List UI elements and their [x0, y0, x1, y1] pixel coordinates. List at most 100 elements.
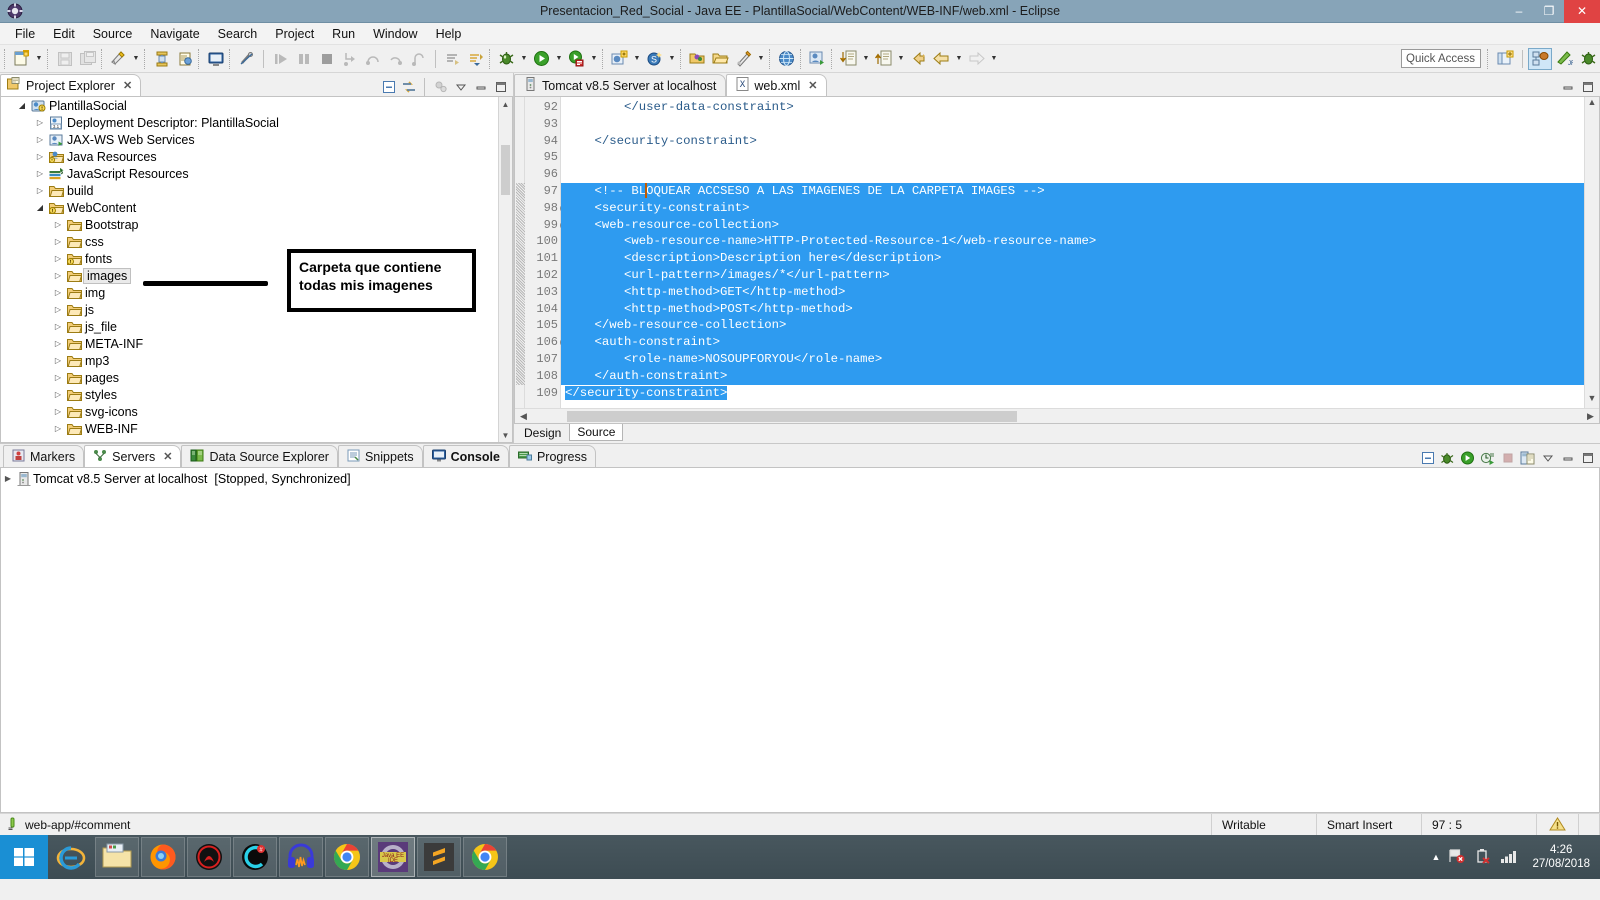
chevron-right-icon[interactable]: ▷	[51, 390, 65, 399]
tree-item-js-file[interactable]: ▷ js_file	[1, 318, 512, 335]
open-task-icon[interactable]	[709, 47, 732, 70]
collapse-all-icon[interactable]	[1418, 449, 1437, 467]
menu-search[interactable]: Search	[209, 25, 267, 43]
code-line[interactable]: <http-method>POST</http-method>	[561, 300, 1599, 318]
code-line[interactable]: <url-pattern>/images/*</url-pattern>	[561, 266, 1599, 284]
print-icon[interactable]	[173, 47, 196, 70]
publish-dropdown-icon[interactable]: ▼	[130, 48, 142, 70]
new-class-dropdown-icon[interactable]: ▼	[666, 48, 678, 70]
resume-icon[interactable]	[269, 47, 292, 70]
tab-source[interactable]: Source	[569, 424, 624, 441]
terminal-icon[interactable]	[204, 47, 227, 70]
red-app-icon[interactable]	[187, 837, 231, 877]
tree-item-jax-ws-web-services[interactable]: ▷ JAX-WS Web Services	[1, 131, 512, 148]
collapse-all-icon[interactable]	[379, 78, 398, 96]
forward-dropdown-icon[interactable]: ▼	[988, 48, 1000, 70]
tree-item-pages[interactable]: ▷ pages	[1, 369, 512, 386]
focus-on-active-task-icon[interactable]	[431, 78, 450, 96]
hscroll-track[interactable]	[532, 410, 1582, 422]
menu-source[interactable]: Source	[84, 25, 142, 43]
new-java-project-dropdown-icon[interactable]: ▼	[631, 48, 643, 70]
save-all-icon[interactable]	[76, 47, 99, 70]
debug-dropdown-icon[interactable]: ▼	[518, 48, 530, 70]
code-line[interactable]: <security-constraint>	[561, 199, 1599, 217]
maximize-icon[interactable]	[491, 78, 510, 96]
scroll-up-icon[interactable]: ▲	[499, 97, 512, 111]
code-line[interactable]: <role-name>NOSOUPFORYOU</role-name>	[561, 350, 1599, 368]
menu-window[interactable]: Window	[364, 25, 426, 43]
terminate-icon[interactable]	[315, 47, 338, 70]
minimize-button[interactable]: –	[1504, 0, 1534, 23]
firefox-icon[interactable]	[141, 837, 185, 877]
step-return-icon[interactable]	[384, 47, 407, 70]
java-browsing-icon[interactable]	[806, 47, 829, 70]
tab-web-xml[interactable]: X web.xml ✕	[726, 74, 828, 96]
step-over-icon[interactable]	[361, 47, 384, 70]
step-into-icon[interactable]	[338, 47, 361, 70]
tab-servers[interactable]: Servers ✕	[84, 445, 182, 467]
open-perspective-icon[interactable]	[1493, 48, 1517, 70]
search-dropdown-icon[interactable]: ▼	[755, 48, 767, 70]
tree-item-web-inf[interactable]: ▷ WEB-INF	[1, 420, 512, 437]
menu-edit[interactable]: Edit	[44, 25, 84, 43]
editor-horizontal-scrollbar[interactable]: ◀ ▶	[515, 408, 1599, 423]
back-nav-icon[interactable]	[930, 47, 953, 70]
debug-icon[interactable]	[495, 47, 518, 70]
minimize-icon[interactable]	[1558, 449, 1577, 467]
chevron-right-icon[interactable]: ▷	[33, 135, 47, 144]
publish-icon[interactable]	[107, 47, 130, 70]
previous-annotation-icon[interactable]	[464, 47, 487, 70]
tab-snippets[interactable]: Snippets	[337, 445, 423, 467]
warning-icon[interactable]	[1536, 813, 1578, 836]
drop-to-frame-icon[interactable]	[407, 47, 430, 70]
code-line[interactable]: <web-resource-name>HTTP-Protected-Resour…	[561, 233, 1599, 251]
web-browser-icon[interactable]	[775, 47, 798, 70]
internet-explorer-icon[interactable]	[49, 837, 93, 877]
tab-progress[interactable]: Progress	[508, 445, 596, 467]
tab-markers[interactable]: Markers	[3, 445, 85, 467]
chevron-right-icon[interactable]: ▶	[1, 474, 15, 483]
tree-item-javascript-resources[interactable]: ▷ JavaScript Resources	[1, 165, 512, 182]
chevron-right-icon[interactable]: ▷	[33, 118, 47, 127]
stop-server-icon[interactable]	[1498, 449, 1517, 467]
file-explorer-icon[interactable]	[95, 837, 139, 877]
chevron-right-icon[interactable]: ▷	[33, 186, 47, 195]
new-class-icon[interactable]: S	[643, 47, 666, 70]
close-icon[interactable]: ✕	[123, 79, 132, 92]
chevron-right-icon[interactable]: ▷	[33, 169, 47, 178]
tree-vertical-scrollbar[interactable]: ▲ ▼	[498, 97, 512, 442]
new-wizard-icon[interactable]	[10, 47, 33, 70]
last-edit-dropdown-icon[interactable]: ▼	[860, 48, 872, 70]
tab-data-source-explorer[interactable]: Data Source Explorer	[181, 445, 338, 467]
chevron-right-icon[interactable]: ▷	[51, 322, 65, 331]
back-to-dropdown-icon[interactable]: ▼	[895, 48, 907, 70]
chevron-right-icon[interactable]: ▷	[51, 220, 65, 229]
code-line[interactable]: <web-resource-collection>	[561, 216, 1599, 234]
code-line[interactable]: <!-- BLOQUEAR ACCSESO A LAS IMAGENES DE …	[561, 182, 1599, 200]
code-line[interactable]: </security-constraint>	[561, 133, 1599, 150]
new-java-project-icon[interactable]	[608, 47, 631, 70]
scroll-down-icon[interactable]: ▼	[1585, 393, 1599, 408]
maximize-icon[interactable]	[1578, 449, 1597, 467]
chevron-right-icon[interactable]: ▷	[51, 254, 65, 263]
run-icon[interactable]	[530, 47, 553, 70]
tree-item-plantillasocial[interactable]: ◢ PlantillaSocial	[1, 97, 512, 114]
code-line[interactable]: </security-constraint>	[561, 385, 1599, 402]
menu-run[interactable]: Run	[323, 25, 364, 43]
close-icon[interactable]: ✕	[163, 450, 172, 463]
view-menu-icon[interactable]	[1538, 449, 1557, 467]
code-line[interactable]: </auth-constraint>	[561, 367, 1599, 385]
chevron-down-icon[interactable]: ◢	[33, 203, 47, 212]
code-line[interactable]	[561, 116, 1599, 133]
chrome-window-icon[interactable]	[463, 837, 507, 877]
back-to-icon[interactable]	[872, 47, 895, 70]
clock[interactable]: 4:26 27/08/2018	[1526, 843, 1590, 872]
tab-tomcat-server-editor[interactable]: Tomcat v8.5 Server at localhost	[514, 74, 727, 96]
chevron-right-icon[interactable]: ▷	[51, 356, 65, 365]
servers-list[interactable]: ▶ Tomcat v8.5 Server at localhost [Stopp…	[0, 467, 1600, 813]
scroll-left-icon[interactable]: ◀	[515, 411, 532, 422]
code-line[interactable]: </user-data-constraint>	[561, 99, 1599, 116]
editor-marker-gutter[interactable]	[515, 97, 525, 408]
scrollbar-thumb[interactable]	[567, 410, 1017, 422]
chevron-right-icon[interactable]: ▷	[51, 339, 65, 348]
